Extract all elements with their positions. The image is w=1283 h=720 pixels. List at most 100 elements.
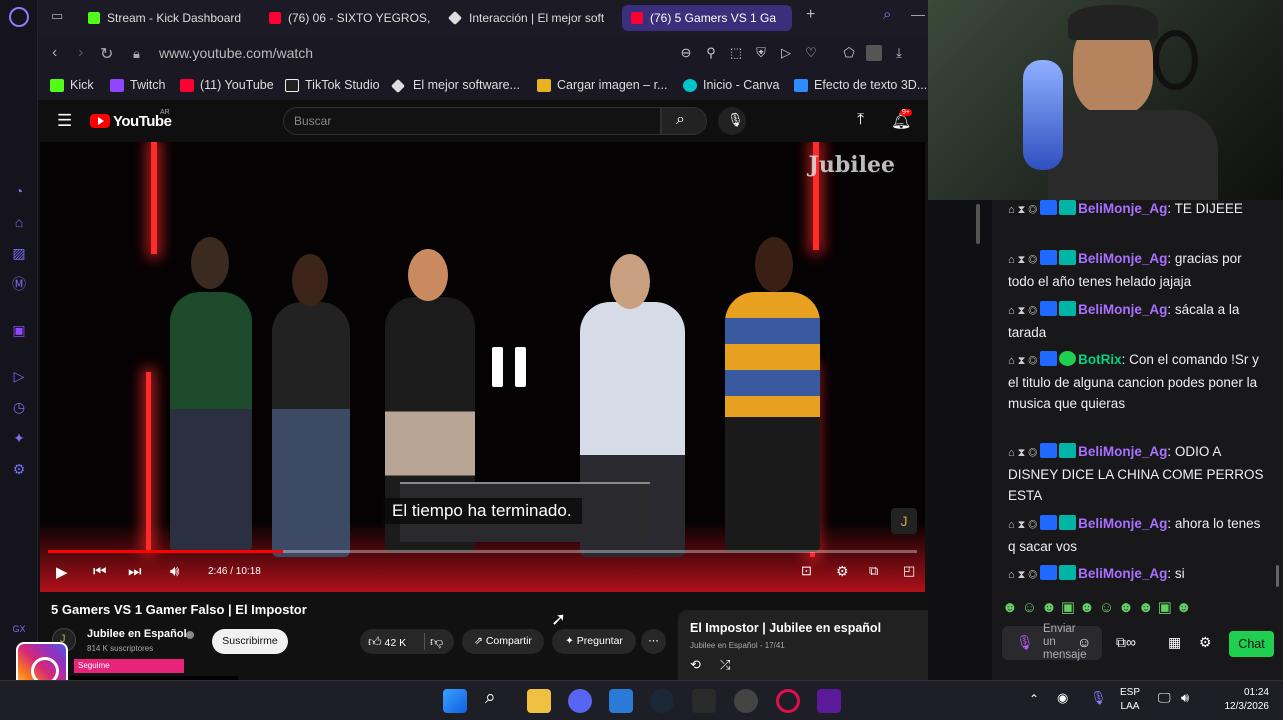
- heart-icon[interactable]: ♡: [803, 45, 819, 61]
- emote-bar[interactable]: ☻☺☻▣☻☺☻☻▣☻: [1002, 598, 1242, 620]
- chat-username[interactable]: BotRix: [1078, 352, 1122, 367]
- bookmark-cargar[interactable]: Cargar imagen – r...: [537, 78, 667, 92]
- pause-icon[interactable]: [492, 347, 526, 387]
- steam-icon[interactable]: [650, 689, 674, 713]
- send-icon[interactable]: ▷: [778, 45, 794, 61]
- file-explorer-icon[interactable]: [527, 689, 551, 713]
- tab-kick[interactable]: Stream - Kick Dashboard: [79, 5, 249, 31]
- video-player[interactable]: Jubilee El tiempo ha terminado. J ▶ ⏮︎ ⏭…: [40, 142, 925, 592]
- tab-youtube-sixto[interactable]: (76) 06 - SIXTO YEGROS,: [260, 5, 430, 31]
- clock[interactable]: 01:24 12/3/2026: [1213, 686, 1270, 714]
- tab-menu-icon[interactable]: ▭: [51, 8, 63, 24]
- channel-name[interactable]: Jubilee en Español: [87, 628, 187, 640]
- scrollbar[interactable]: [976, 204, 980, 244]
- mic-tray-icon[interactable]: 🎙︎: [1090, 691, 1107, 705]
- player-icon[interactable]: ▷: [11, 368, 27, 384]
- download-icon[interactable]: ⤓: [891, 45, 907, 61]
- url-field[interactable]: www.youtube.com/watch: [159, 45, 313, 61]
- settings-gear-icon[interactable]: ⚙: [836, 563, 849, 580]
- share-button[interactable]: ⇗ Compartir: [462, 629, 544, 654]
- reload-icon[interactable]: ↻: [100, 44, 113, 64]
- tab-interaccion[interactable]: Interacción | El mejor soft: [441, 5, 611, 31]
- twitch-icon[interactable]: ▣: [11, 322, 27, 338]
- emoji-icon[interactable]: ☺: [1077, 634, 1091, 650]
- previous-icon[interactable]: ⏮︎: [93, 563, 107, 580]
- shuffle-icon[interactable]: ⤮: [720, 657, 730, 673]
- epic-games-icon[interactable]: [692, 689, 716, 713]
- opera-logo-icon[interactable]: [9, 7, 29, 27]
- profile-icon[interactable]: [866, 45, 882, 61]
- search-input[interactable]: Buscar: [283, 107, 661, 135]
- ask-button[interactable]: ✦ Preguntar: [552, 629, 636, 654]
- miniplayer-icon[interactable]: ⧉: [869, 563, 878, 579]
- snapshot-icon[interactable]: ⬚: [728, 45, 744, 61]
- chat-username[interactable]: BeliMonje_Ag: [1078, 201, 1167, 216]
- chat-settings-icon[interactable]: ⚙: [1199, 634, 1212, 651]
- bookmark-twitch[interactable]: Twitch: [110, 78, 165, 92]
- subscribe-button[interactable]: Suscribirme: [212, 629, 288, 654]
- upload-icon[interactable]: ⤒: [857, 111, 864, 129]
- like-button[interactable]: 👍︎ 42 K 👎︎: [360, 629, 454, 654]
- tab-youtube-active[interactable]: (76) 5 Gamers VS 1 Ga: [622, 5, 792, 31]
- chat-send-button[interactable]: Chat: [1229, 631, 1274, 657]
- bookmark-youtube[interactable]: (11) YouTube: [180, 78, 274, 92]
- loop-icon[interactable]: ⟲: [690, 657, 701, 673]
- chat-scrollbar[interactable]: [1276, 565, 1279, 587]
- search-icon[interactable]: ⌕: [485, 687, 509, 711]
- volume-icon[interactable]: 🔊︎: [170, 563, 179, 580]
- chat-username[interactable]: BeliMonje_Ag: [1078, 444, 1167, 459]
- tray-expand-icon[interactable]: ⌃: [1029, 692, 1039, 706]
- discord-icon[interactable]: [568, 689, 592, 713]
- forward-icon[interactable]: ›: [78, 44, 83, 62]
- mic-icon[interactable]: 🎙︎: [1016, 634, 1034, 651]
- next-app-icon[interactable]: [817, 689, 841, 713]
- more-button[interactable]: ⋯: [641, 629, 666, 654]
- next-icon[interactable]: ⏭︎: [128, 563, 142, 580]
- opera-gx-icon[interactable]: [776, 689, 800, 713]
- chat-username[interactable]: BeliMonje_Ag: [1078, 251, 1167, 266]
- messenger-icon[interactable]: ◔: [11, 183, 27, 199]
- channel-watermark-icon[interactable]: J: [891, 508, 917, 534]
- chat-input[interactable]: 🎙︎ Enviar un mensaje ☺: [1002, 623, 1102, 661]
- steam-tray-icon[interactable]: ◉: [1057, 691, 1068, 705]
- play-icon[interactable]: ▶: [56, 563, 68, 581]
- bookmark-efecto[interactable]: Efecto de texto 3D...: [794, 78, 927, 92]
- m-icon[interactable]: Ⓜ: [11, 276, 27, 292]
- zoom-icon[interactable]: ⊖: [678, 45, 694, 61]
- playlist-title[interactable]: El Impostor | Jubilee en español: [690, 621, 881, 635]
- gx-icon[interactable]: GX: [11, 621, 27, 637]
- search-tabs-icon[interactable]: ⌕: [883, 6, 891, 23]
- back-icon[interactable]: ‹: [52, 44, 57, 62]
- extension-icon[interactable]: ⬠: [841, 45, 857, 61]
- settings-icon[interactable]: ⚙: [11, 461, 27, 477]
- language-indicator[interactable]: ESP LAA: [1120, 686, 1140, 714]
- store-icon[interactable]: ▦: [1168, 634, 1181, 651]
- points-icon[interactable]: ⧉∞: [1116, 634, 1136, 651]
- cast-icon[interactable]: ◰: [903, 563, 915, 579]
- subtitles-icon[interactable]: ⊡: [801, 563, 812, 579]
- minimize-icon[interactable]: —: [911, 6, 925, 22]
- youtube-logo-icon[interactable]: [90, 114, 110, 128]
- shield-icon[interactable]: ⛨: [753, 45, 769, 61]
- bookmark-canva[interactable]: Inicio - Canva: [683, 78, 779, 92]
- ai-icon[interactable]: ⌂: [11, 214, 27, 230]
- chat-username[interactable]: BeliMonje_Ag: [1078, 566, 1167, 581]
- hamburger-icon[interactable]: ☰: [57, 111, 72, 131]
- obs-icon[interactable]: [734, 689, 758, 713]
- search-button[interactable]: ⌕: [661, 107, 707, 135]
- voice-search-button[interactable]: 🎙︎: [718, 107, 746, 135]
- progress-bar[interactable]: [48, 550, 917, 553]
- store-icon[interactable]: [609, 689, 633, 713]
- bookmark-software[interactable]: El mejor software...: [390, 78, 520, 94]
- pin-icon[interactable]: ⚲: [703, 45, 719, 61]
- new-tab-icon[interactable]: +: [806, 6, 815, 24]
- extensions-icon[interactable]: ✦: [11, 430, 27, 446]
- chat-username[interactable]: BeliMonje_Ag: [1078, 516, 1167, 531]
- workspace-icon[interactable]: ▨: [11, 245, 27, 261]
- windows-start-icon[interactable]: [443, 689, 467, 713]
- speaker-icon[interactable]: 🔊︎: [1181, 691, 1189, 705]
- history-icon[interactable]: ◷: [11, 399, 27, 415]
- chat-username[interactable]: BeliMonje_Ag: [1078, 302, 1167, 317]
- bookmark-kick[interactable]: Kick: [50, 78, 94, 92]
- bookmark-tiktok[interactable]: TikTok Studio: [285, 78, 380, 92]
